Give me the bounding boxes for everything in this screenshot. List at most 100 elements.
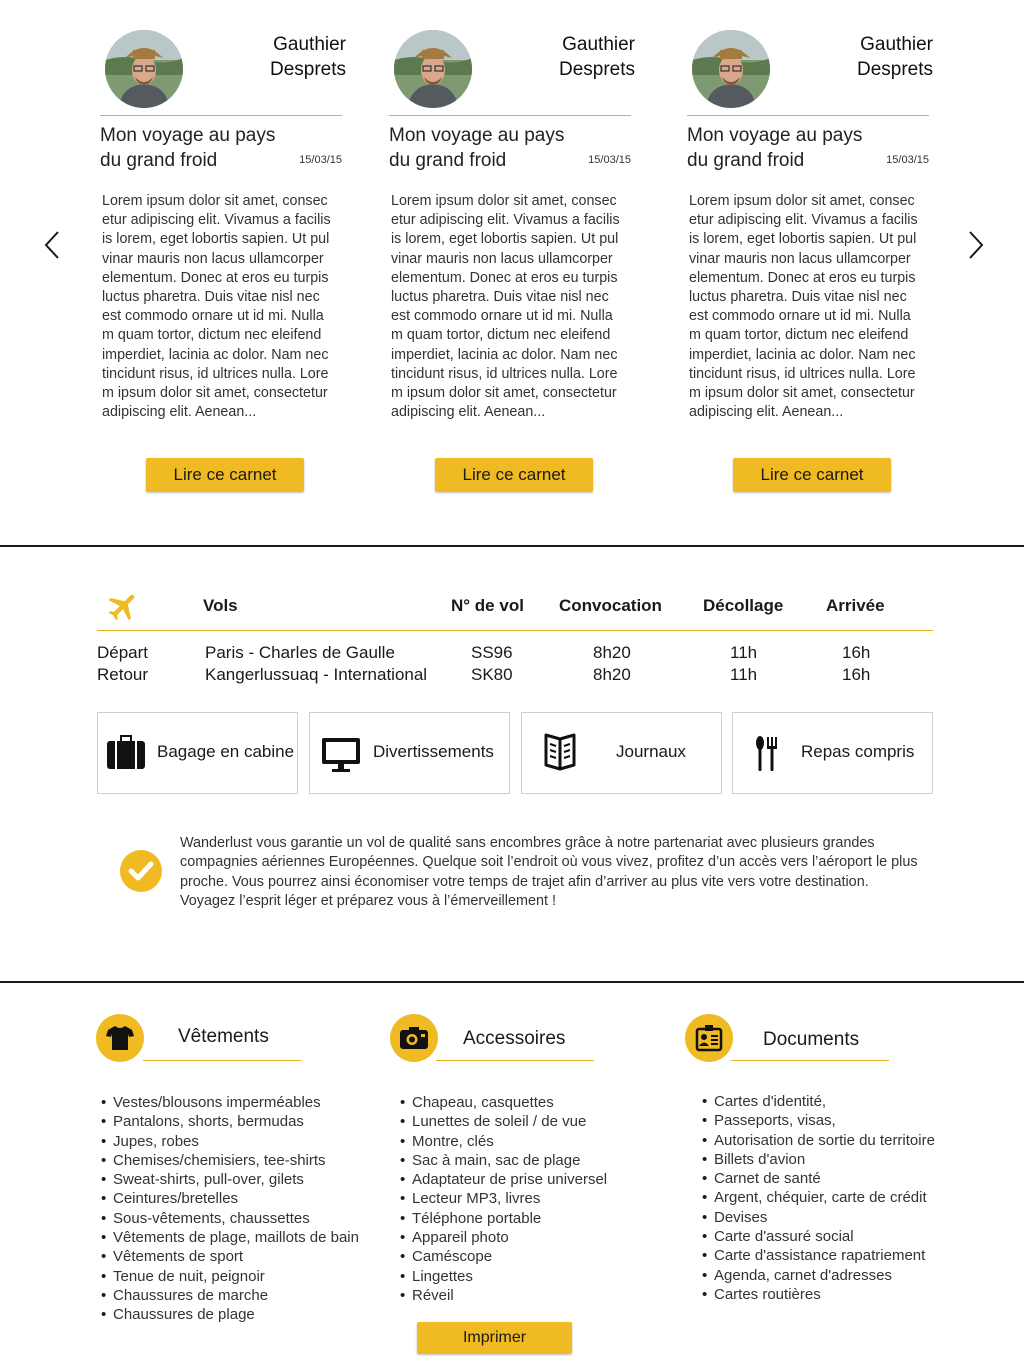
read-notebook-button[interactable]: Lire ce carnet: [435, 458, 593, 492]
col-header-numero: N° de vol: [451, 596, 524, 615]
list-item: Tenue de nuit, peignoir: [101, 1267, 359, 1286]
category-rule: [731, 1060, 889, 1061]
author-last-name: Desprets: [269, 59, 346, 80]
list-item-label: Carte d'assistance rapatriement: [714, 1247, 926, 1265]
author-first-name: Gauthier: [860, 34, 933, 55]
chevron-left-icon[interactable]: [42, 228, 62, 262]
flight-type: Retour: [97, 665, 149, 684]
list-item: Carte d'assistance rapatriement: [702, 1246, 935, 1265]
flight-convocation: 8h20: [593, 665, 631, 684]
list-item: Carte d'assuré social: [702, 1227, 935, 1246]
list-item: Téléphone portable: [400, 1209, 607, 1228]
list-item: Jupes, robes: [101, 1132, 359, 1151]
list-item-label: Vêtements de sport: [113, 1248, 244, 1266]
flight-arrivee: 16h: [842, 665, 871, 684]
col-header-convocation: Convocation: [559, 596, 662, 615]
list-item: Chemises/chemisiers, tee-shirts: [101, 1151, 359, 1170]
card-date: 15/03/15: [588, 154, 631, 166]
avatar: [692, 30, 770, 108]
list-item-label: Lecteur MP3, livres: [412, 1190, 541, 1208]
read-notebook-button[interactable]: Lire ce carnet: [733, 458, 891, 492]
list-item: Chaussures de plage: [101, 1305, 359, 1324]
list-item: Autorisation de sortie du territoire: [702, 1131, 935, 1150]
list-item-label: Caméscope: [412, 1248, 493, 1266]
amenity-bagage: Bagage en cabine: [97, 712, 298, 794]
list-item-label: Jupes, robes: [113, 1132, 199, 1150]
category-rule: [436, 1060, 594, 1061]
list-item: Sweat-shirts, pull-over, gilets: [101, 1170, 359, 1189]
avatar: [394, 30, 472, 108]
story-card: Gauthier Desprets Mon voyage au pays du …: [389, 30, 635, 500]
card-title: Mon voyage au pays du grand froid: [389, 125, 565, 171]
list-item: Vestes/blousons imperméables: [101, 1093, 359, 1112]
category-title-vetements: Vêtements: [178, 1026, 269, 1047]
list-item-label: Adaptateur de prise universel: [412, 1171, 608, 1189]
card-title: Mon voyage au pays du grand froid: [687, 125, 863, 171]
amenity-label: Divertissements: [373, 742, 494, 761]
card-rule: [100, 115, 342, 116]
list-item: Réveil: [400, 1286, 607, 1305]
category-title-accessoires: Accessoires: [463, 1028, 566, 1049]
chevron-right-icon[interactable]: [966, 228, 986, 262]
airplane-icon: [108, 594, 135, 621]
col-header-vols: Vols: [203, 596, 238, 615]
amenity-journaux: Journaux: [521, 712, 722, 794]
flight-type: Départ: [97, 643, 149, 662]
category-rule: [143, 1060, 301, 1061]
list-item: Ceintures/bretelles: [101, 1189, 359, 1208]
list-item: Pantalons, shorts, bermudas: [101, 1112, 359, 1131]
list-item-label: Lingettes: [412, 1267, 473, 1285]
list-item: Cartes routières: [702, 1285, 935, 1304]
list-documents: Cartes d'identité, Passeports, visas,Auto…: [702, 1092, 935, 1304]
author-first-name: Gauthier: [273, 34, 346, 55]
monitor-icon: [322, 738, 360, 772]
story-card: Gauthier Desprets Mon voyage au pays du …: [687, 30, 933, 500]
list-item-label: Montre, clés: [412, 1132, 494, 1150]
flight-decollage: 11h: [730, 665, 758, 684]
checkmark-circle-icon: [120, 850, 162, 892]
list-item-label: Cartes d'identité,: [714, 1093, 827, 1110]
list-item: Agenda, carnet d'adresses: [702, 1266, 935, 1285]
author-last-name: Desprets: [856, 59, 933, 80]
list-item: Lingettes: [400, 1267, 607, 1286]
list-item-label: Sac à main, sac de plage: [412, 1151, 581, 1169]
card-excerpt: Lorem ipsum dolor sit amet, consec etur …: [102, 193, 331, 421]
list-item-label: Carte d'assuré social: [714, 1228, 854, 1246]
flight-arrivee: 16h: [842, 643, 871, 662]
print-button[interactable]: Imprimer: [417, 1322, 572, 1354]
list-item-label: Billets d'avion: [714, 1150, 806, 1168]
card-date: 15/03/15: [886, 154, 929, 166]
list-vetements: Vestes/blousons imperméables Pantalons, s…: [101, 1093, 359, 1325]
list-item-label: Téléphone portable: [412, 1209, 542, 1227]
amenity-repas: Repas compris: [732, 712, 933, 794]
read-notebook-button[interactable]: Lire ce carnet: [146, 458, 304, 492]
list-item-label: Cartes routières: [714, 1285, 821, 1303]
list-item: Chaussures de marche: [101, 1286, 359, 1305]
amenity-label: Bagage en cabine: [157, 742, 295, 761]
author-name: Gauthier Desprets: [270, 32, 346, 82]
list-item: Devises: [702, 1208, 935, 1227]
flight-number: SS96: [471, 643, 513, 662]
avatar: [105, 30, 183, 108]
list-item: Carnet de santé: [702, 1169, 935, 1188]
list-item-label: Chemises/chemisiers, tee-shirts: [113, 1151, 326, 1169]
list-item: Chapeau, casquettes: [400, 1093, 607, 1112]
author-last-name: Desprets: [558, 59, 635, 80]
list-item: Billets d'avion: [702, 1150, 935, 1169]
col-header-decollage: Décollage: [703, 596, 784, 615]
amenity-label: Journaux: [616, 742, 686, 761]
list-item-label: Réveil: [412, 1286, 454, 1304]
section-divider: [0, 981, 1024, 983]
tshirt-icon: [96, 1014, 144, 1062]
list-item-label: Pantalons, shorts, bermudas: [113, 1113, 304, 1131]
category-title-documents: Documents: [763, 1029, 860, 1050]
cutlery-icon: [756, 736, 777, 771]
list-item: Vêtements de plage, maillots de bain: [101, 1228, 359, 1247]
list-item: Sac à main, sac de plage: [400, 1151, 607, 1170]
list-item-label: Appareil photo: [412, 1229, 509, 1247]
card-title: Mon voyage au pays du grand froid: [100, 125, 276, 171]
list-item: Sous-vêtements, chaussettes: [101, 1209, 359, 1228]
amenity-label: Repas compris: [801, 742, 915, 761]
card-excerpt: Lorem ipsum dolor sit amet, consec etur …: [689, 193, 918, 421]
list-item-label: Agenda, carnet d'adresses: [714, 1266, 892, 1284]
